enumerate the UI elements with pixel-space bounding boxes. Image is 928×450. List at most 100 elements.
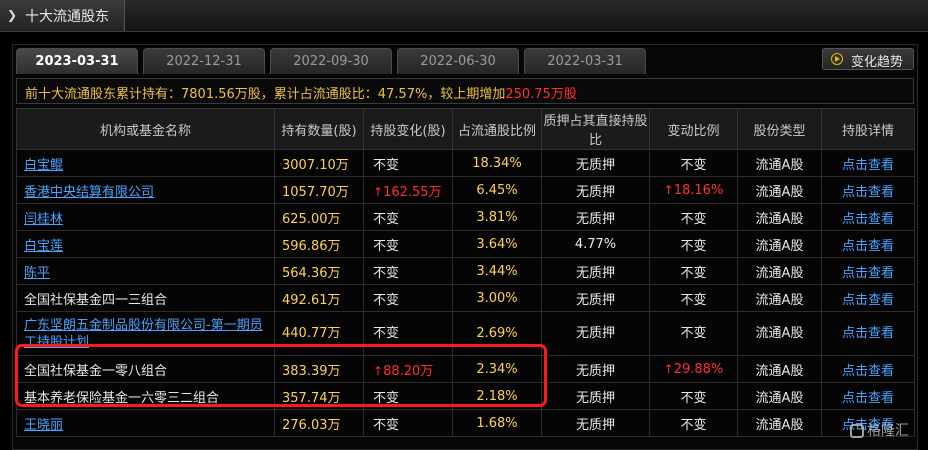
cell-ratio: 18.34% <box>452 149 542 177</box>
holder-name-link[interactable]: 白宝莲 <box>24 239 63 254</box>
detail-link[interactable]: 点击查看 <box>821 311 915 356</box>
cell-ratio: 2.69% <box>452 311 542 356</box>
play-icon <box>831 53 843 65</box>
table-row: 王晓丽 276.03万 不变 1.68% 无质押 不变 流通A股 点击查看 <box>16 409 915 437</box>
cell-holder-name: 香港中央结算有限公司 <box>16 176 275 204</box>
change-value: 不变 <box>373 390 400 406</box>
cell-vary: ↑18.16% <box>649 176 738 204</box>
table-row: 广东坚朗五金制品股份有限公司-第一期员工持股计划 440.77万 不变 2.69% 无质… <box>16 311 915 356</box>
cell-pledge: 无质押 <box>541 355 650 383</box>
tab-2022-09-30[interactable]: 2022-09-30 <box>270 48 392 74</box>
cell-holder-name: 闫桂林 <box>16 203 275 231</box>
holder-name-link[interactable]: 白宝鲲 <box>24 158 63 173</box>
cell-ratio: 1.68% <box>452 409 542 437</box>
holder-name: 全国社保基金一零八组合 <box>24 363 168 379</box>
cell-holder-name: 全国社保基金一零八组合 <box>16 355 275 383</box>
holder-name-link[interactable]: 王晓丽 <box>24 418 63 433</box>
col-header-name: 机构或基金名称 <box>16 108 275 150</box>
cell-vary: 不变 <box>649 230 738 258</box>
cell-ratio: 2.34% <box>452 355 542 383</box>
col-header-ratio: 占流通股比例 <box>452 108 542 150</box>
col-header-detail: 持股详情 <box>821 108 915 150</box>
change-value: 162.55万 <box>383 184 442 200</box>
trend-button-label: 变化趋势 <box>851 55 904 70</box>
shareholders-table: 机构或基金名称 持有数量(股) 持股变化(股) 占流通股比例 质押占其直接持股比… <box>16 108 915 437</box>
cell-share-type: 流通A股 <box>737 149 822 177</box>
cell-change: 不变 <box>363 149 453 177</box>
detail-link[interactable]: 点击查看 <box>821 149 915 177</box>
detail-link[interactable]: 点击查看 <box>821 382 915 410</box>
vary-value: 不变 <box>680 265 707 281</box>
cell-vary: 不变 <box>649 409 738 437</box>
cell-qty: 564.36万 <box>274 257 364 285</box>
table-row: 闫桂林 625.00万 不变 3.81% 无质押 不变 流通A股 点击查看 <box>16 203 915 231</box>
vary-value: 不变 <box>680 211 707 227</box>
cell-pledge: 无质押 <box>541 149 650 177</box>
col-header-type: 股份类型 <box>737 108 822 150</box>
vary-value: 不变 <box>680 417 707 433</box>
change-value: 不变 <box>373 157 400 173</box>
change-value: 不变 <box>373 265 400 281</box>
detail-link[interactable]: 点击查看 <box>821 176 915 204</box>
cell-qty: 276.03万 <box>274 409 364 437</box>
vary-value: 18.16% <box>673 182 724 198</box>
detail-link[interactable]: 点击查看 <box>821 230 915 258</box>
cell-holder-name: 全国社保基金四一三组合 <box>16 284 275 312</box>
cell-share-type: 流通A股 <box>737 382 822 410</box>
tab-2022-12-31[interactable]: 2022-12-31 <box>143 48 265 74</box>
col-header-pledge: 质押占其直接持股比 <box>541 108 650 150</box>
vary-value: 不变 <box>680 326 707 341</box>
holder-name-link[interactable]: 广东坚朗五金制品股份有限公司-第一期员工持股计划 <box>24 318 263 350</box>
cell-pledge: 无质押 <box>541 382 650 410</box>
detail-link[interactable]: 点击查看 <box>821 203 915 231</box>
holder-name-link[interactable]: 陈平 <box>24 266 50 281</box>
tab-2022-03-31[interactable]: 2022-03-31 <box>524 48 646 74</box>
table-row: 全国社保基金一零八组合 383.39万 ↑88.20万 2.34% 无质押 ↑29.88%… <box>16 355 915 383</box>
cell-pledge: 无质押 <box>541 284 650 312</box>
table-row: 基本养老保险基金一六零三二组合 357.74万 不变 2.18% 无质押 不变 流通A股 点击… <box>16 382 915 410</box>
trend-button[interactable]: 变化趋势 <box>822 48 914 70</box>
change-value: 不变 <box>373 417 400 433</box>
summary-main: 前十大流通股东累计持有：7801.56万股，累计占流通股比：47.57%，较上期… <box>25 87 506 102</box>
cell-holder-name: 基本养老保险基金一六零三二组合 <box>16 382 275 410</box>
cell-vary: 不变 <box>649 284 738 312</box>
cell-change: ↑88.20万 <box>363 355 453 383</box>
watermark-text: 格隆汇 <box>867 423 909 439</box>
holder-name-link[interactable]: 闫桂林 <box>24 212 63 227</box>
table-row: 全国社保基金四一三组合 492.61万 不变 3.00% 无质押 不变 流通A股 点击查看 <box>16 284 915 312</box>
holder-name-link[interactable]: 香港中央结算有限公司 <box>24 185 154 200</box>
chevron-right-icon[interactable]: ❯ <box>5 7 19 23</box>
detail-link[interactable]: 点击查看 <box>821 355 915 383</box>
cell-pledge: 无质押 <box>541 311 650 356</box>
vary-value: 不变 <box>680 157 707 173</box>
cell-share-type: 流通A股 <box>737 284 822 312</box>
change-value: 不变 <box>373 326 400 341</box>
change-value: 不变 <box>373 238 400 254</box>
title-tab[interactable]: ❯ 十大流通股东 <box>0 0 125 31</box>
cell-pledge: 无质押 <box>541 409 650 437</box>
summary-bar: 前十大流通股东累计持有：7801.56万股，累计占流通股比：47.57%，较上期… <box>16 78 914 104</box>
cell-holder-name: 广东坚朗五金制品股份有限公司-第一期员工持股计划 <box>16 311 275 356</box>
cell-qty: 3007.10万 <box>274 149 364 177</box>
cell-change: 不变 <box>363 284 453 312</box>
cell-change: 不变 <box>363 382 453 410</box>
col-header-vary: 变动比例 <box>649 108 738 150</box>
cell-holder-name: 王晓丽 <box>16 409 275 437</box>
summary-text: 前十大流通股东累计持有：7801.56万股，累计占流通股比：47.57%，较上期… <box>25 83 577 102</box>
up-arrow-icon: ↑ <box>663 182 674 197</box>
cell-ratio: 3.44% <box>452 257 542 285</box>
cell-qty: 383.39万 <box>274 355 364 383</box>
cell-share-type: 流通A股 <box>737 355 822 383</box>
cell-ratio: 2.18% <box>452 382 542 410</box>
tab-2023-03-31[interactable]: 2023-03-31 <box>16 48 138 74</box>
detail-link[interactable]: 点击查看 <box>821 284 915 312</box>
table-row: 陈平 564.36万 不变 3.44% 无质押 不变 流通A股 点击查看 <box>16 257 915 285</box>
detail-link[interactable]: 点击查看 <box>821 257 915 285</box>
cell-qty: 1057.70万 <box>274 176 364 204</box>
holder-name: 基本养老保险基金一六零三二组合 <box>24 390 220 406</box>
holder-name: 全国社保基金四一三组合 <box>24 292 168 308</box>
vary-value: 不变 <box>680 390 707 406</box>
table-row: 白宝鲲 3007.10万 不变 18.34% 无质押 不变 流通A股 点击查看 <box>16 149 915 177</box>
tab-2022-06-30[interactable]: 2022-06-30 <box>397 48 519 74</box>
table-header: 机构或基金名称 持有数量(股) 持股变化(股) 占流通股比例 质押占其直接持股比… <box>16 108 915 150</box>
